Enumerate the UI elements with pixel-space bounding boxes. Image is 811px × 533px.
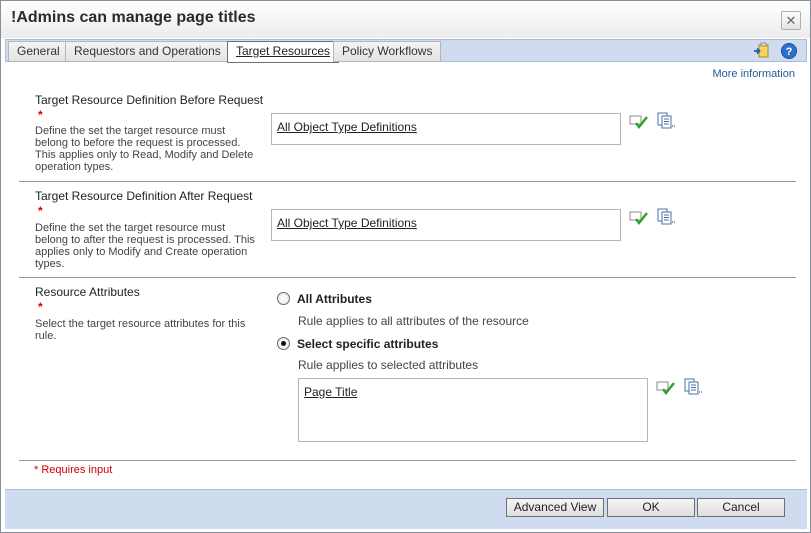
required-mark: * [38, 108, 43, 122]
advanced-view-button[interactable]: Advanced View [506, 498, 604, 517]
radio-note: Rule applies to all attributes of the re… [298, 314, 529, 328]
radio-note: Rule applies to selected attributes [298, 358, 479, 372]
value-link[interactable]: Page Title [304, 385, 357, 399]
browse-list-icon[interactable] [684, 377, 704, 395]
browse-list-icon[interactable] [657, 111, 677, 129]
close-button[interactable]: ✕ [781, 11, 801, 30]
tab-requestors-and-operations[interactable]: Requestors and Operations [65, 41, 230, 62]
section-description: Select the target resource attributes fo… [35, 318, 246, 342]
dialog-title: !Admins can manage page titles [11, 9, 256, 26]
tab-target-resources[interactable]: Target Resources [227, 41, 340, 63]
value-link[interactable]: All Object Type Definitions [277, 120, 417, 134]
export-icon[interactable] [753, 42, 771, 60]
requires-input-note: * Requires input [34, 464, 113, 476]
tab-general[interactable]: General [8, 41, 69, 62]
section-label: Resource Attributes [35, 285, 140, 299]
tab-policy-workflows[interactable]: Policy Workflows [333, 41, 442, 62]
help-icon[interactable]: ? [780, 42, 798, 60]
radio-label: All Attributes [297, 292, 372, 306]
button-bar: Advanced View OK Cancel [5, 489, 807, 529]
dialog-window: !Admins can manage page titles ✕ General… [0, 0, 811, 533]
radio-button[interactable] [277, 292, 290, 305]
section-label: Target Resource Definition After Request [35, 189, 253, 203]
close-icon: ✕ [785, 13, 797, 28]
svg-text:?: ? [786, 46, 793, 58]
tab-toolbar: ? [747, 42, 798, 60]
browse-list-icon[interactable] [657, 207, 677, 225]
title-bar: !Admins can manage page titles ✕ [1, 1, 810, 38]
selected-attributes-box[interactable]: Page Title [298, 378, 648, 442]
cancel-button[interactable]: Cancel [697, 498, 785, 517]
section-description: Define the set the target resource must … [35, 222, 255, 270]
radio-label: Select specific attributes [297, 337, 439, 351]
before-request-value-box[interactable]: All Object Type Definitions [271, 113, 621, 145]
tab-bar: General Requestors and Operations Target… [5, 39, 807, 63]
validate-check-icon[interactable] [629, 113, 649, 131]
value-link[interactable]: All Object Type Definitions [277, 216, 417, 230]
more-information-link[interactable]: More information [712, 68, 795, 80]
radio-button-checked[interactable] [277, 337, 290, 350]
required-mark: * [38, 300, 43, 314]
section-before-request: Target Resource Definition Before Reques… [19, 89, 796, 182]
validate-check-icon[interactable] [656, 379, 676, 397]
divider [19, 460, 796, 461]
after-request-value-box[interactable]: All Object Type Definitions [271, 209, 621, 241]
required-mark: * [38, 204, 43, 218]
section-label: Target Resource Definition Before Reques… [35, 93, 264, 107]
ok-button[interactable]: OK [607, 498, 695, 517]
section-after-request: Target Resource Definition After Request… [19, 182, 796, 278]
section-description: Define the set the target resource must … [35, 125, 254, 173]
validate-check-icon[interactable] [629, 209, 649, 227]
